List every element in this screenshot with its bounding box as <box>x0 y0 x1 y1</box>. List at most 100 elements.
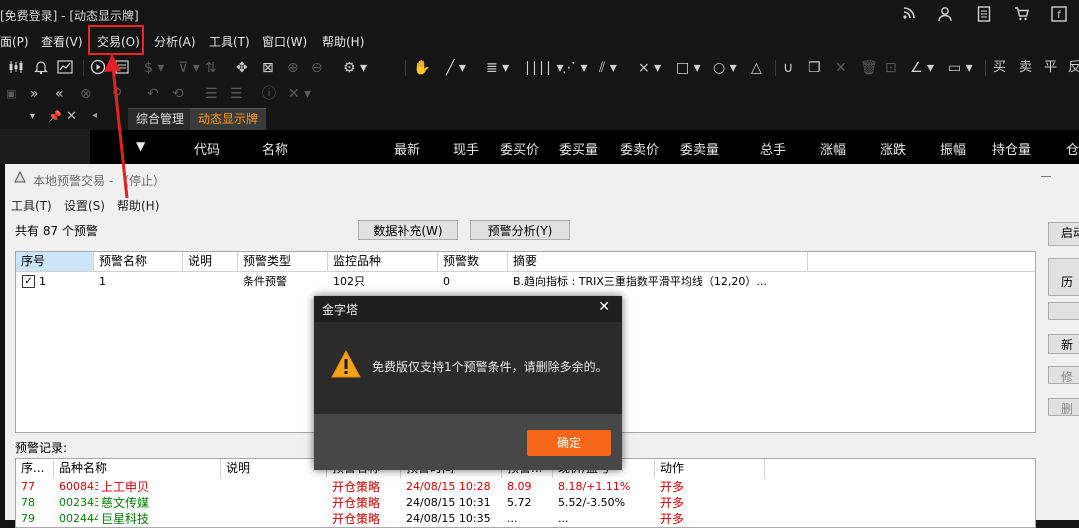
new-button[interactable]: 新 <box>1048 334 1079 354</box>
hand-icon[interactable]: ✋ <box>413 59 430 77</box>
kline-icon[interactable] <box>8 59 24 80</box>
col-bid[interactable]: 委买价 <box>500 139 539 158</box>
blank-button[interactable] <box>1048 302 1079 320</box>
bell-icon[interactable] <box>33 59 49 80</box>
trash-icon[interactable]: 🗑 <box>860 59 878 77</box>
dialog-close-icon[interactable]: ✕ <box>598 299 610 315</box>
fib-icon[interactable]: ∣∣∣∣ ▾ <box>524 59 563 77</box>
filter-icon[interactable]: ⊽ ▾ <box>178 59 200 77</box>
circle-icon[interactable]: ○ ▾ <box>713 59 737 77</box>
start-button[interactable]: 启动 <box>1048 222 1079 246</box>
col-symbols[interactable]: 监控品种 <box>328 252 438 271</box>
copy-icon[interactable]: ❐ <box>808 59 821 77</box>
magnet-icon[interactable]: ∪ <box>783 59 793 77</box>
gear-icon[interactable]: ⚙ ▾ <box>343 59 367 77</box>
menu-tools[interactable]: 工具(T) <box>209 33 250 50</box>
alert-menu-tools[interactable]: 工具(T) <box>11 197 52 214</box>
edit-button[interactable]: 修 <box>1048 366 1079 384</box>
zoom-out-icon[interactable]: ⊖ <box>311 59 323 77</box>
cross-line-icon[interactable]: ⨯ ▾ <box>638 59 661 77</box>
parallel-icon[interactable]: ≣ ▾ <box>486 59 509 77</box>
col-open-interest[interactable]: 持仓量 <box>992 139 1031 158</box>
search-icon[interactable]: ⚲ <box>112 85 122 103</box>
col-total-vol[interactable]: 总手 <box>760 139 786 158</box>
back-icon[interactable]: « <box>55 85 64 103</box>
line-icon[interactable]: ╱ ▾ <box>446 59 466 77</box>
col-no[interactable]: 序号 <box>16 252 94 271</box>
delete-icon[interactable]: ✕ <box>835 59 847 77</box>
col-name[interactable]: 名称 <box>262 139 288 158</box>
pin-icon[interactable]: 📌 <box>48 110 62 123</box>
rec-col-action[interactable]: 动作 <box>655 459 765 478</box>
table-row[interactable]: 77 600843 上工申贝 开仓策略 24/08/15 10:28 8.09 … <box>16 479 1035 495</box>
panel-close-icon[interactable]: ✕ <box>66 109 77 124</box>
col-cur-vol[interactable]: 现手 <box>453 139 479 158</box>
table-row[interactable]: 78 002343 慈文传媒 开仓策略 24/08/15 10:31 5.72 … <box>16 495 1035 511</box>
finance-icon[interactable]: f <box>1050 6 1068 24</box>
quote-dropdown-icon[interactable]: ▼ <box>136 139 145 153</box>
rec-col-desc[interactable]: 说明 <box>221 459 327 478</box>
list2-icon[interactable]: ☰ <box>230 85 243 103</box>
tab-overview[interactable]: 综合管理 <box>128 108 193 130</box>
list-icon[interactable]: ☰ <box>205 85 218 103</box>
close-icon[interactable]: ✕ ▾ <box>288 85 311 103</box>
grid-icon[interactable]: ⊠ <box>262 59 274 77</box>
delete-button[interactable]: 删 <box>1048 398 1079 416</box>
col-amplitude[interactable]: 振幅 <box>940 139 966 158</box>
tab-scroll-left-icon[interactable]: ◂ <box>92 110 97 121</box>
refresh-icon[interactable]: ⟲ <box>172 85 184 103</box>
sell-button[interactable]: 卖 <box>1019 59 1032 77</box>
alert-menu-settings[interactable]: 设置(S) <box>64 197 105 214</box>
history-button[interactable]: 历 <box>1048 258 1079 296</box>
col-code[interactable]: 代码 <box>194 139 220 158</box>
zoom-in-icon[interactable]: ⊕ <box>287 59 299 77</box>
forward-icon[interactable]: » <box>30 85 39 103</box>
document-icon[interactable] <box>975 6 993 24</box>
fan-icon[interactable]: ⋰ ▾ <box>562 59 587 77</box>
data-supplement-button[interactable]: 数据补充(W) <box>358 220 458 240</box>
menu-view[interactable]: 查看(V) <box>41 33 83 50</box>
channel-icon[interactable]: ⫽ ▾ <box>599 59 617 77</box>
col-alert-name[interactable]: 预警名称 <box>94 252 183 271</box>
reverse-button[interactable]: 反 <box>1068 59 1079 77</box>
save-icon[interactable]: ▭ ▾ <box>948 59 973 77</box>
lock-icon[interactable]: ⊡ <box>885 59 897 77</box>
rec-col-no[interactable]: 序... <box>16 459 54 478</box>
col-type[interactable]: 预警类型 <box>238 252 328 271</box>
col-last[interactable]: 最新 <box>394 139 420 158</box>
col-count[interactable]: 预警数 <box>438 252 508 271</box>
col-change-pct[interactable]: 涨幅 <box>820 139 846 158</box>
stop-icon[interactable]: ⊗ <box>80 85 92 103</box>
cart-icon[interactable] <box>1013 6 1031 24</box>
col-ask-vol[interactable]: 委卖量 <box>680 139 719 158</box>
alert-menu-help[interactable]: 帮助(H) <box>117 197 159 214</box>
info-icon[interactable]: ⓘ <box>262 85 276 103</box>
buy-button[interactable]: 买 <box>993 59 1006 77</box>
minimize-icon[interactable] <box>1041 176 1051 177</box>
table-row[interactable]: 79 002444 巨星科技 开仓策略 24/08/15 10:35 ... .… <box>16 511 1035 527</box>
menu-window[interactable]: 窗口(W) <box>262 33 307 50</box>
col-summary[interactable]: 摘要 <box>508 252 808 271</box>
order-icon[interactable] <box>114 59 130 80</box>
table-row[interactable]: ✓ 1 1 条件预警 102只 0 B.趋向指标 : TRIX三重指数平滑平均线… <box>16 273 1035 291</box>
ok-button[interactable]: 确定 <box>527 430 611 456</box>
close-position-button[interactable]: 平 <box>1044 59 1057 77</box>
sort-icon[interactable]: ⇅ <box>205 59 217 77</box>
tab-dynamic-board[interactable]: 动态显示牌 <box>190 108 267 130</box>
dollar-icon[interactable]: $ ▾ <box>144 59 164 77</box>
menu-analysis[interactable]: 分析(A) <box>154 33 196 50</box>
rect-icon[interactable]: □ ▾ <box>676 59 701 77</box>
play-icon[interactable] <box>90 59 106 80</box>
alert-analysis-button[interactable]: 预警分析(Y) <box>470 220 570 240</box>
col-desc[interactable]: 说明 <box>183 252 238 271</box>
user-icon[interactable] <box>936 6 954 24</box>
rss-icon[interactable] <box>900 6 918 24</box>
col-ask[interactable]: 委卖价 <box>620 139 659 158</box>
pen-icon[interactable]: ∠ ▾ <box>910 59 934 77</box>
chart-icon[interactable] <box>57 59 73 80</box>
col-cang[interactable]: 仓 <box>1066 139 1079 158</box>
move-icon[interactable]: ✥ <box>236 59 248 77</box>
menu-page[interactable]: 面(P) <box>0 33 29 50</box>
menu-help[interactable]: 帮助(H) <box>322 33 364 50</box>
undo-icon[interactable]: ↶ <box>147 85 159 103</box>
